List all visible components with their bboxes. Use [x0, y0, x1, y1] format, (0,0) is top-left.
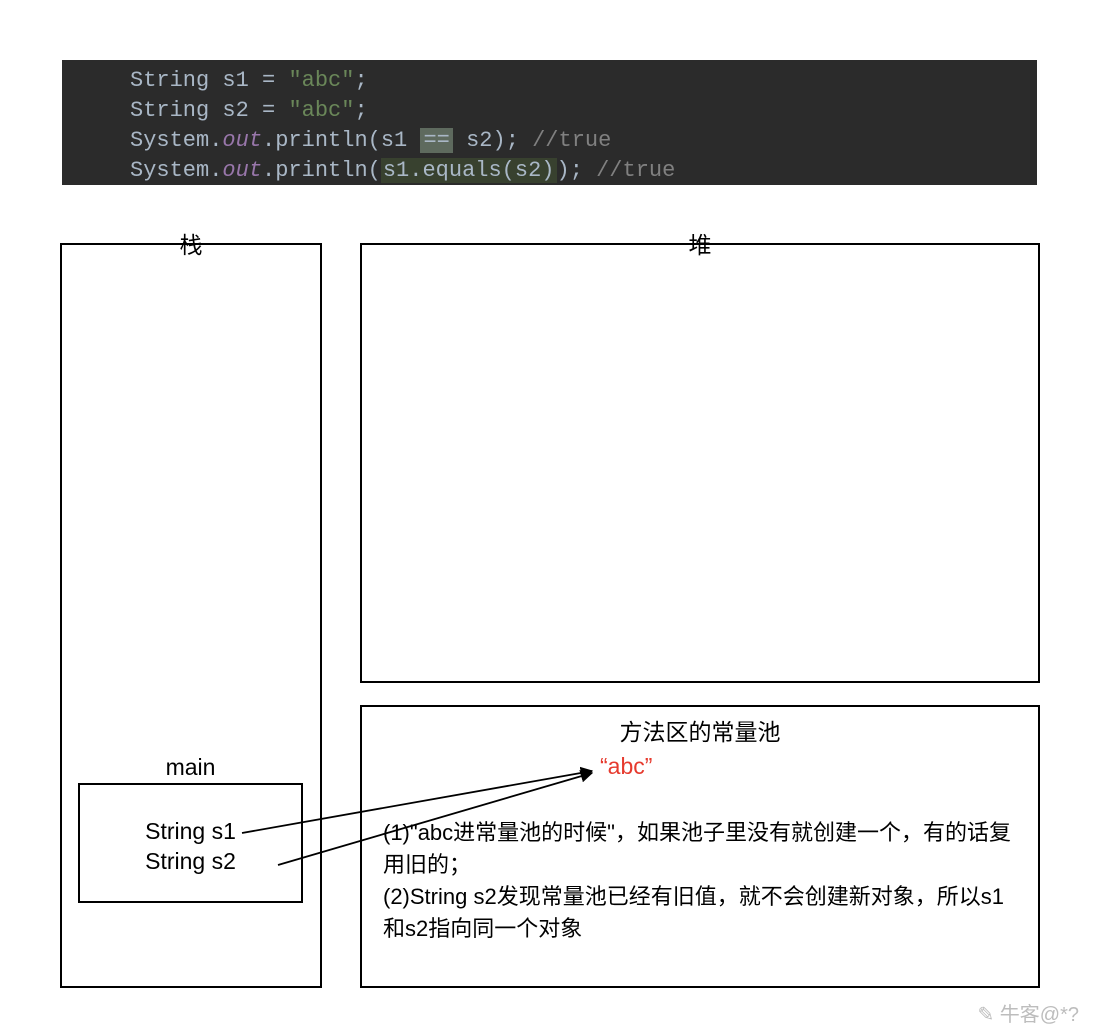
watermark: ✎ 牛客@*? — [977, 998, 1079, 1027]
watermark-icon: ✎ — [977, 1004, 994, 1026]
stack-label: 栈 — [60, 226, 322, 260]
s2-label: String s2 — [78, 848, 303, 875]
heap-label: 堆 — [360, 226, 1040, 260]
constant-pool-label: 方法区的常量池 — [360, 713, 1040, 747]
explanation-text: (1)"abc进常量池的时候"，如果池子里没有就创建一个，有的话复用旧的； (2… — [383, 817, 1023, 945]
s1-label: String s1 — [78, 818, 303, 845]
note-1: (1)"abc进常量池的时候"，如果池子里没有就创建一个，有的话复用旧的； — [383, 817, 1023, 881]
code-block: String s1 = "abc"; String s2 = "abc"; Sy… — [62, 60, 1037, 185]
abc-constant: “abc” — [600, 753, 652, 780]
heap-box — [360, 243, 1040, 683]
memory-diagram: 栈 堆 方法区的常量池 “abc” main String s1 String … — [60, 225, 1045, 995]
note-2: (2)String s2发现常量池已经有旧值，就不会创建新对象，所以s1和s2指… — [383, 881, 1023, 945]
code-text: String s1 = "abc"; String s2 = "abc"; Sy… — [130, 68, 675, 183]
main-label: main — [78, 754, 303, 781]
